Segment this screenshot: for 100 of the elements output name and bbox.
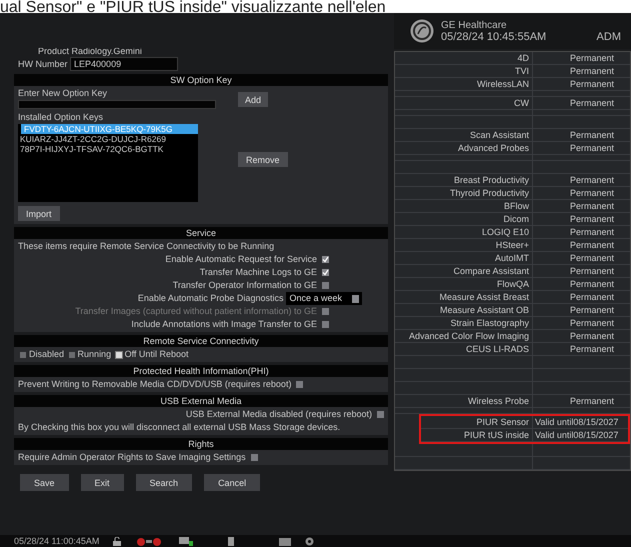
option-status: Permanent — [569, 65, 616, 77]
setting-label: Require Admin Operator Rights to Save Imaging Settings — [18, 452, 246, 462]
setting-label: Include Annotations with Image Transfer to GE — [131, 319, 317, 329]
radio-button[interactable] — [68, 352, 75, 358]
option-name: TVI — [395, 65, 533, 77]
radio-label: Off Until Reboot — [124, 349, 188, 359]
option-name: AutoIMT — [395, 252, 533, 264]
option-name: BFlow — [395, 200, 533, 212]
add-button[interactable]: Add — [238, 92, 268, 107]
option-status: Valid until08/15/2027 — [534, 429, 620, 441]
section-header: USB External Media — [14, 395, 388, 407]
option-status: Permanent — [569, 200, 616, 212]
option-status: Permanent — [569, 265, 616, 277]
lock-icon[interactable] — [113, 536, 122, 546]
radio-button[interactable] — [116, 352, 122, 358]
import-button[interactable]: Import — [18, 206, 60, 221]
option-status: Permanent — [569, 78, 616, 90]
option-name: Breast Productivity — [395, 174, 533, 186]
option-name: CEUS LI-RADS — [395, 343, 533, 355]
logo-icon — [410, 19, 434, 43]
checkbox[interactable] — [322, 269, 329, 276]
setting-label: Prevent Writing to Removable Media CD/DVD/USB (requires reboot) — [18, 379, 292, 389]
option-status: Permanent — [569, 174, 616, 186]
option-status: Permanent — [569, 142, 616, 154]
option-key-item[interactable]: KUIARZ-JJ4ZT-2CC2G-DUJCJ-R6269 — [18, 134, 198, 144]
option-status: Permanent — [569, 278, 616, 290]
option-status: Permanent — [569, 317, 616, 329]
option-status: Permanent — [569, 343, 616, 355]
checkbox[interactable] — [322, 282, 329, 290]
radio-button[interactable] — [20, 352, 26, 358]
option-name: HSteer+ — [395, 239, 533, 251]
setting-label: Enable Automatic Probe Diagnostics — [138, 293, 284, 303]
option-key-field[interactable] — [18, 100, 216, 109]
option-name: 4D — [395, 52, 533, 64]
section-header: Remote Service Connectivity — [14, 335, 388, 347]
section-header: SW Option Key — [14, 74, 388, 86]
user-label: ADM — [596, 30, 621, 42]
frequency-dropdown[interactable]: Once a week — [286, 292, 362, 305]
service-note: These items require Remote Service Connectivity to be Running — [18, 240, 276, 253]
action-button[interactable]: Exit — [80, 474, 124, 491]
setting-label: Transfer Machine Logs to GE — [200, 267, 317, 277]
option-status: Permanent — [569, 226, 616, 238]
field-label: Enter New Option Key — [18, 87, 108, 100]
option-status: Permanent — [569, 330, 616, 342]
hw-number-label: HW Number — [18, 59, 68, 69]
option-status: Permanent — [569, 304, 616, 316]
checkbox[interactable] — [322, 321, 329, 328]
header-datetime: 05/28/24 10:45:55AM — [441, 30, 546, 42]
option-name: Compare Assistant — [395, 265, 533, 277]
caption-text: ual Sensor" e "PIUR tUS inside" visualizzante nell'elen — [0, 2, 386, 13]
option-name: Strain Elastography — [395, 317, 533, 329]
option-status: Permanent — [569, 187, 616, 199]
option-name: Wireless Probe — [395, 395, 533, 407]
section-header: Rights — [14, 438, 388, 450]
setting-label: USB External Media disabled (requires reboot) — [186, 409, 372, 419]
option-name: CW — [395, 97, 533, 109]
checkbox[interactable] — [322, 256, 329, 264]
option-name: FlowQA — [395, 278, 533, 290]
action-button[interactable]: Search — [136, 474, 192, 491]
action-button[interactable]: Save — [20, 474, 69, 491]
setting-label: Transfer Images (captured without patient information) to GE — [75, 306, 317, 316]
usb-note: By Checking this box you will disconnect all external USB Mass Storage devices. — [18, 421, 342, 434]
settings-icon[interactable] — [305, 536, 314, 546]
option-key-item[interactable]: 78P7I-HIJXYJ-TFSAV-72QC6-BGTTK — [18, 144, 198, 154]
field-label: Installed Option Keys — [18, 111, 104, 124]
option-name: Advanced Color Flow Imaging — [395, 330, 533, 342]
radio-label: Disabled — [29, 349, 64, 359]
hw-number-field[interactable]: LEP400009 — [70, 57, 178, 71]
checkbox[interactable] — [296, 381, 304, 388]
option-status: Permanent — [569, 97, 616, 109]
option-status: Permanent — [569, 213, 616, 225]
option-name: PIUR tUS inside — [421, 429, 533, 441]
remove-button[interactable]: Remove — [238, 152, 288, 167]
option-name: Measure Assistant OB — [395, 304, 533, 316]
checkbox[interactable] — [250, 454, 258, 462]
option-status: Valid until08/15/2027 — [534, 416, 620, 428]
setting-label: Enable Automatic Request for Service — [165, 254, 317, 264]
option-name: PIUR Sensor — [421, 416, 533, 428]
setting-label: Transfer Operator Information to GE — [172, 280, 317, 290]
option-status: Permanent — [569, 291, 616, 303]
option-name: Dicom — [395, 213, 533, 225]
option-name: LOGIQ E10 — [395, 226, 533, 238]
option-status: Permanent — [569, 252, 616, 264]
taskbar-datetime: 05/28/24 11:00:45AM — [14, 536, 100, 546]
option-status: Permanent — [569, 129, 616, 141]
monitor-icon[interactable] — [179, 536, 194, 546]
option-status: Permanent — [569, 395, 616, 407]
option-status: Permanent — [569, 52, 616, 64]
radio-label: Running — [78, 349, 112, 359]
section-header: Protected Health Information(PHI) — [14, 365, 388, 377]
checkbox[interactable] — [377, 411, 384, 418]
option-name: Advanced Probes — [395, 142, 533, 154]
option-name: Scan Assistant — [395, 129, 533, 141]
option-name: Measure Assist Breast — [395, 291, 533, 303]
brand-name: GE Healthcare — [441, 20, 508, 30]
action-button[interactable]: Cancel — [204, 474, 260, 491]
section-header: Service — [14, 227, 388, 239]
option-name: WirelessLAN — [395, 78, 533, 90]
option-name: Thyroid Productivity — [395, 187, 533, 199]
option-status: Permanent — [569, 239, 616, 251]
